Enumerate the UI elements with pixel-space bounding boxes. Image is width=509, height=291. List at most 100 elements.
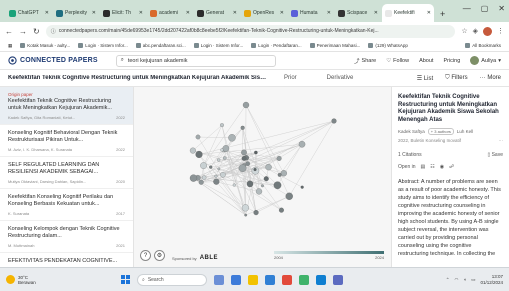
graph-node[interactable] <box>240 125 245 130</box>
graph-node[interactable] <box>277 172 282 177</box>
url-field[interactable]: ⓘ connectedpapers.com/main/45de69953e174… <box>45 24 456 38</box>
graph-node[interactable] <box>201 175 207 180</box>
battery-icon[interactable]: ▭ <box>471 277 475 283</box>
store-icon[interactable] <box>299 274 309 285</box>
graph-node[interactable] <box>241 149 247 156</box>
graph-node[interactable] <box>300 185 304 189</box>
new-tab-button[interactable]: + <box>435 9 450 22</box>
bookmark-item[interactable]: Kotak Masuk - aulty... <box>20 43 70 48</box>
pdf-icon[interactable]: ▤ <box>421 164 426 170</box>
weather-widget[interactable]: 30°C Berawan <box>6 275 86 285</box>
graph-node[interactable] <box>280 170 287 177</box>
author-name[interactable]: Luh Kell <box>457 129 473 134</box>
user-menu[interactable]: Auliya ▾ <box>470 56 501 65</box>
profile-avatar[interactable] <box>483 26 492 36</box>
close-tab-icon[interactable]: ✕ <box>233 10 237 16</box>
graph-node[interactable] <box>242 101 250 109</box>
search-input[interactable]: ⌕ teori kejujuran akademik <box>115 54 276 67</box>
browser-tab[interactable]: Keefektifi ✕ <box>382 4 434 22</box>
graph-node[interactable] <box>244 213 248 217</box>
close-window-button[interactable]: ✕ <box>498 4 505 13</box>
settings-button[interactable]: ⚙ <box>154 250 165 261</box>
browser-tab[interactable]: ChatGPT ✕ <box>6 4 52 22</box>
paper-list-item[interactable]: Origin paper Keefektifan Teknik Cognitive… <box>0 87 133 125</box>
browser-menu-icon[interactable]: ⋮ <box>497 27 504 36</box>
forward-button[interactable]: → <box>19 27 27 36</box>
clock[interactable]: 13:07 01/12/2024 <box>480 274 503 286</box>
widgets-icon[interactable] <box>231 274 241 285</box>
graph-node[interactable] <box>298 140 306 148</box>
word-icon[interactable] <box>316 274 326 285</box>
graph-node[interactable] <box>331 118 337 124</box>
graph-node[interactable] <box>195 134 201 140</box>
volume-icon[interactable]: ◖ <box>463 277 466 282</box>
close-tab-icon[interactable]: ✕ <box>186 10 190 16</box>
file-explorer-icon[interactable] <box>248 274 258 285</box>
site-info-icon[interactable]: ⓘ <box>51 28 56 35</box>
save-button[interactable]: ▯ Save <box>487 152 503 158</box>
bookmark-item[interactable]: Penerimaan Mahasi... <box>309 43 360 48</box>
more-button[interactable]: ··· More <box>480 75 501 81</box>
apps-icon[interactable]: ▦ <box>8 43 12 49</box>
graph-node[interactable] <box>189 147 196 154</box>
browser-tab[interactable]: OpenRes ✕ <box>241 4 287 22</box>
connected-papers-logo[interactable]: CONNECTED PAPERS <box>8 56 98 65</box>
graph-node[interactable] <box>265 163 272 171</box>
filters-button[interactable]: ⛉ Filters <box>445 75 468 82</box>
close-tab-icon[interactable]: ✕ <box>139 10 143 16</box>
graph-node[interactable] <box>213 178 220 185</box>
share-button[interactable]: ⤴ Share <box>354 57 376 65</box>
prior-works-tab[interactable]: Prior <box>284 75 297 81</box>
maximize-button[interactable]: ▢ <box>481 4 489 13</box>
reload-button[interactable]: ↻ <box>33 27 40 36</box>
graph-node[interactable] <box>198 179 204 185</box>
paper-list-item[interactable]: Keefektifan Konseling Kognitif Perilaku … <box>0 189 133 221</box>
graph-node[interactable] <box>220 123 224 128</box>
graph-node[interactable] <box>232 183 236 187</box>
chrome-browser-icon[interactable] <box>282 274 292 285</box>
teams-icon[interactable] <box>333 274 343 285</box>
graph-node[interactable] <box>238 164 247 172</box>
bookmark-item[interactable]: Login · Sistem Infor... <box>78 43 128 48</box>
pricing-link[interactable]: Pricing <box>443 58 460 64</box>
semantic-scholar-icon[interactable]: ☷ <box>430 164 434 170</box>
paper-list-item[interactable]: EFEKTIVITAS PENDEKATAN COGNITIVE... <box>0 253 133 267</box>
graph-node[interactable] <box>285 192 293 200</box>
more-authors-chip[interactable]: + 3 authors <box>427 128 454 135</box>
graph-node[interactable] <box>220 172 226 178</box>
browser-tab[interactable]: Perplexity ✕ <box>53 4 99 22</box>
graph-node[interactable] <box>228 134 236 142</box>
browser-tab[interactable]: academi ✕ <box>147 4 193 22</box>
close-tab-icon[interactable]: ✕ <box>327 10 331 16</box>
taskbar-search[interactable]: ⌕ Search <box>137 273 207 286</box>
graph-node[interactable] <box>253 168 257 172</box>
graph-node[interactable] <box>214 174 218 178</box>
close-tab-icon[interactable]: ✕ <box>45 10 49 16</box>
paper-list-item[interactable]: SELF REGULATED LEARNING DAN RESILIENSI A… <box>0 157 133 189</box>
bookmark-item[interactable]: abc.pendaftaran.sci... <box>135 43 186 48</box>
author-name[interactable]: Kadek Saftya <box>398 129 425 134</box>
wifi-icon[interactable]: ◠ <box>455 277 459 283</box>
bookmark-item[interactable]: (129) WhatsApp <box>368 43 408 48</box>
edge-browser-icon[interactable] <box>265 274 275 285</box>
browser-tab[interactable]: Humata ✕ <box>288 4 334 22</box>
all-bookmarks-button[interactable]: All Bookmarks <box>465 43 501 48</box>
extensions-icon[interactable]: ◈ <box>473 27 478 36</box>
graph-node[interactable] <box>217 158 221 162</box>
back-button[interactable]: ← <box>5 27 13 36</box>
graph-node[interactable] <box>217 167 221 171</box>
graph-node[interactable] <box>241 156 247 161</box>
graph-node[interactable] <box>263 176 269 182</box>
graph-node[interactable] <box>278 207 284 213</box>
about-link[interactable]: About <box>419 58 433 64</box>
graph-node[interactable] <box>261 184 264 188</box>
graph-node[interactable] <box>195 150 203 158</box>
graph-canvas[interactable]: ? ⚙ Sponsored by ABLE 2004 2024 <box>134 87 391 267</box>
tray-overflow-icon[interactable]: ⌃ <box>446 277 450 283</box>
close-tab-icon[interactable]: ✕ <box>427 10 431 16</box>
bookmark-item[interactable]: Login · Sistem Infor... <box>193 43 243 48</box>
graph-node[interactable] <box>222 145 230 152</box>
close-tab-icon[interactable]: ✕ <box>92 10 96 16</box>
google-scholar-icon[interactable]: ◉ <box>440 164 444 170</box>
close-tab-icon[interactable]: ✕ <box>374 10 378 16</box>
